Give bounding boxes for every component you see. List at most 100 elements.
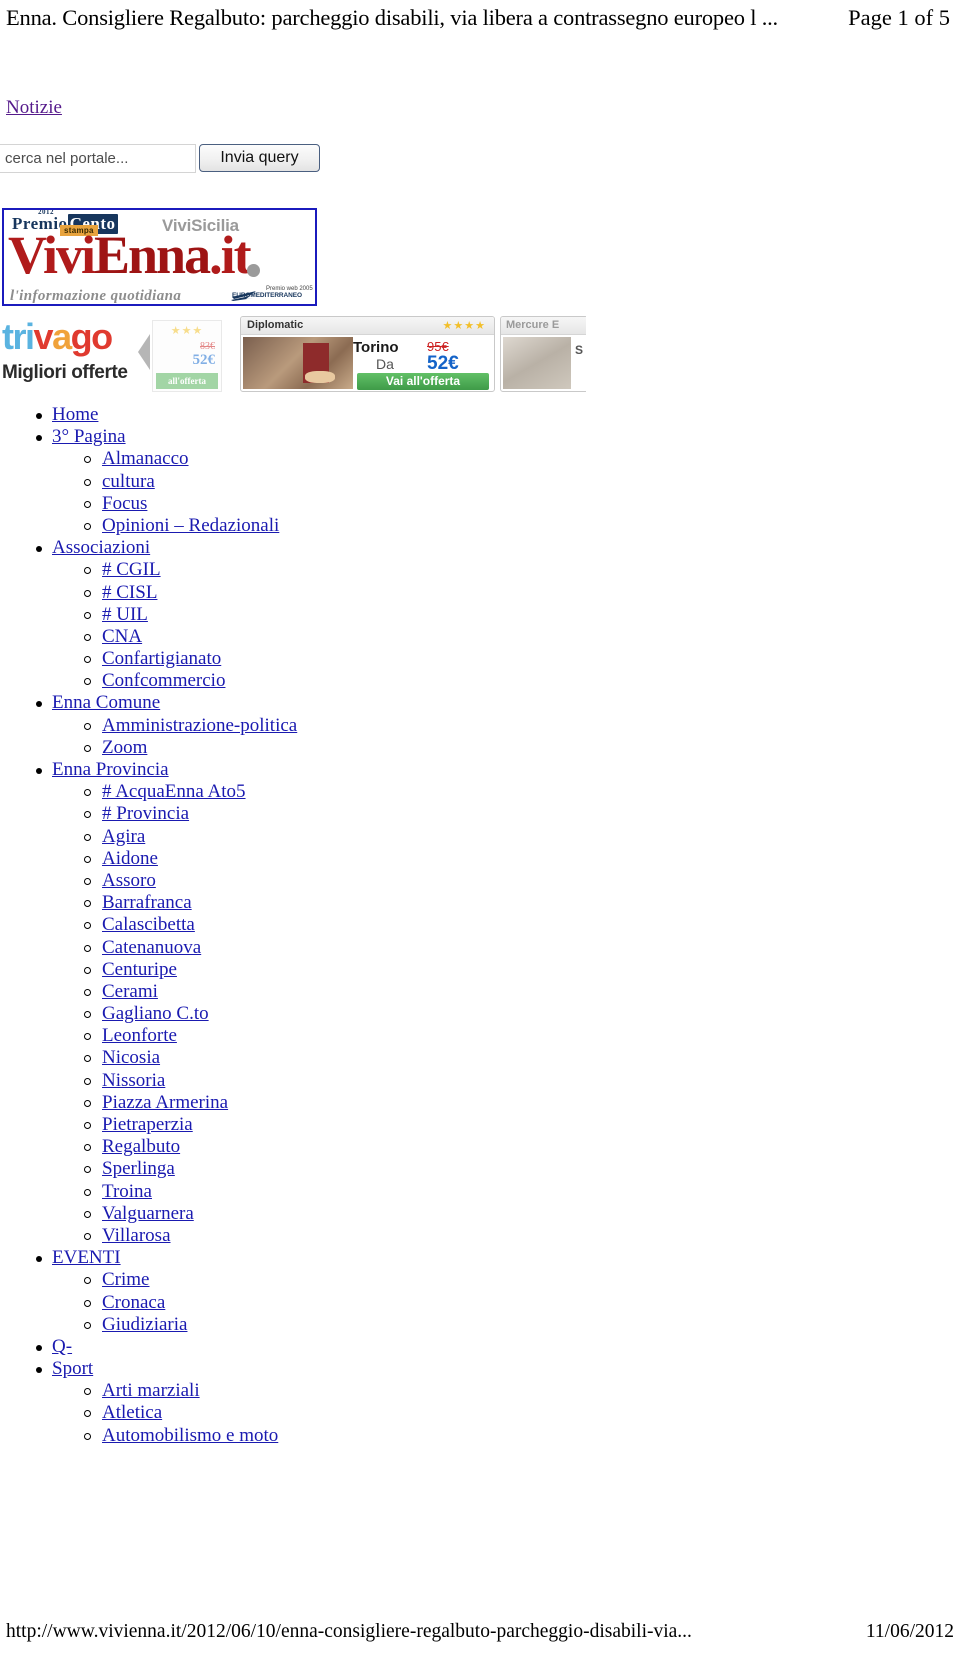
nav-item: Valguarnera [0,1203,600,1225]
ad-card-featured[interactable]: Diplomatic ★★★★ Torino 95€ Da 52€ Vai al… [240,316,495,392]
ad-card-previous-old-price: 83€ [200,341,215,352]
nav-item: CNA [0,626,600,648]
nav-item: Atletica [0,1402,600,1424]
nav-item: Barrafranca [0,892,600,914]
nav-link[interactable]: Confartigianato [102,648,221,669]
nav-link[interactable]: Barrafranca [102,892,192,913]
wordmark-dot-decoration [247,264,260,277]
nav-link[interactable]: Leonforte [102,1025,177,1046]
nav-link[interactable]: cultura [102,471,155,492]
nav-link[interactable]: Home [52,404,98,425]
nav-link[interactable]: Confcommercio [102,670,225,691]
nav-link[interactable]: # CGIL [102,559,161,580]
nav-item: Nissoria [0,1070,600,1092]
nav-link[interactable]: Sperlinga [102,1158,175,1179]
ad-card-next-photo [503,337,571,389]
logo-tagline: l'informazione quotidiana [10,288,182,304]
nav-link[interactable]: Gagliano C.to [102,1003,209,1024]
search-form: Invia query [0,144,340,174]
ad-card-previous-stars: ★★★ [170,325,204,337]
nav-link[interactable]: Catenanuova [102,937,201,958]
nav-link[interactable]: Valguarnera [102,1203,194,1224]
nav-link[interactable]: Atletica [102,1402,162,1423]
search-input[interactable] [0,144,196,173]
nav-item: Enna Comune [0,692,600,714]
nav-item: Aidone [0,848,600,870]
nav-item: Piazza Armerina [0,1092,600,1114]
nav-item: Home [0,404,600,426]
nav-link[interactable]: Calascibetta [102,914,195,935]
nav-item: Pietraperzia [0,1114,600,1136]
nav-link[interactable]: CNA [102,626,142,647]
nav-link[interactable]: Cronaca [102,1292,165,1313]
nav-link[interactable]: Agira [102,826,145,847]
nav-link[interactable]: Nissoria [102,1070,165,1091]
nav-item: Confcommercio [0,670,600,692]
ad-card-next-header: Mercure E [501,317,586,335]
nav-item: Cerami [0,981,600,1003]
nav-item: Regalbuto [0,1136,600,1158]
nav-link[interactable]: Enna Comune [52,692,160,713]
print-header: Enna. Consigliere Regalbuto: parcheggio … [0,0,960,40]
page-title: Enna. Consigliere Regalbuto: parcheggio … [6,5,778,30]
nav-link[interactable]: Regalbuto [102,1136,180,1157]
nav-link[interactable]: Q- [52,1336,72,1357]
nav-link[interactable]: EVENTI [52,1247,121,1268]
nav-item: Centuripe [0,959,600,981]
nav-link[interactable]: Focus [102,493,147,514]
ad-card-featured-header: Diplomatic ★★★★ [241,317,494,335]
nav-link[interactable]: Pietraperzia [102,1114,193,1135]
ad-card-next[interactable]: Mercure E S [500,316,586,392]
vivienna-logo-banner[interactable]: 2012 Premio Cento stampa ViviSicilia ViviE… [2,208,317,306]
nav-item: Calascibetta [0,914,600,936]
nav-link[interactable]: # AcquaEnna Ato5 [102,781,246,802]
ad-card-previous-cta[interactable]: all'offerta [156,373,218,389]
ad-card-featured-cta-button[interactable]: Vai all'offerta [357,373,489,390]
nav-link[interactable]: Crime [102,1269,150,1290]
nav-item: Zoom [0,737,600,759]
nav-link[interactable]: Centuripe [102,959,177,980]
nav-link[interactable]: Zoom [102,737,147,758]
nav-link[interactable]: # Provincia [102,803,189,824]
nav-link[interactable]: Sport [52,1358,93,1379]
nav-link[interactable]: Villarosa [102,1225,171,1246]
nav-item: Q- [0,1336,600,1358]
nav-link[interactable]: Troina [102,1181,152,1202]
nav-link[interactable]: Cerami [102,981,158,1002]
nav-item: 3° Pagina [0,426,600,448]
nav-item: # AcquaEnna Ato5 [0,781,600,803]
ad-card-next-badge: S [574,343,583,357]
nav-item: Assoro [0,870,600,892]
submit-query-button[interactable]: Invia query [199,144,320,172]
award-block: Premio web 2005 EUROMEDITERRANEO [232,286,315,299]
nav-link[interactable]: Arti marziali [102,1380,200,1401]
ad-card-previous-price: 52€ [192,352,216,368]
nav-link[interactable]: Piazza Armerina [102,1092,228,1113]
footer-date: 11/06/2012 [865,1621,954,1642]
ad-card-featured-old-price: 95€ [427,339,449,354]
nav-link[interactable]: # UIL [102,604,148,625]
nav-link[interactable]: Almanacco [102,448,189,469]
nav-link[interactable]: Opinioni – Redazionali [102,515,279,536]
nav-link[interactable]: Automobilismo e moto [102,1425,278,1446]
carousel-prev-arrow-icon[interactable] [138,334,150,370]
nav-link[interactable]: Enna Provincia [52,759,169,780]
nav-link[interactable]: Associazioni [52,537,150,558]
nav-link[interactable]: Nicosia [102,1047,160,1068]
notizie-link[interactable]: Notizie [6,96,62,120]
nav-link[interactable]: # CISL [102,582,157,603]
footer-url: http://www.vivienna.it/2012/06/10/enna-c… [6,1621,692,1642]
trivago-ad-banner[interactable]: trivago Migliori offerte ★★★ 83€ 52€ all… [0,312,586,392]
nav-link[interactable]: Amministrazione-politica [102,715,297,736]
nav-link[interactable]: 3° Pagina [52,426,126,447]
nav-item: Sperlinga [0,1158,600,1180]
ad-card-previous[interactable]: ★★★ 83€ 52€ all'offerta [152,320,222,392]
nav-item: Opinioni – Redazionali [0,515,600,537]
nav-item: Villarosa [0,1225,600,1247]
nav-link[interactable]: Assoro [102,870,156,891]
nav-link[interactable]: Giudiziaria [102,1314,187,1335]
nav-item: Amministrazione-politica [0,715,600,737]
nav-item: Nicosia [0,1047,600,1069]
nav-item: Gagliano C.to [0,1003,600,1025]
nav-link[interactable]: Aidone [102,848,158,869]
